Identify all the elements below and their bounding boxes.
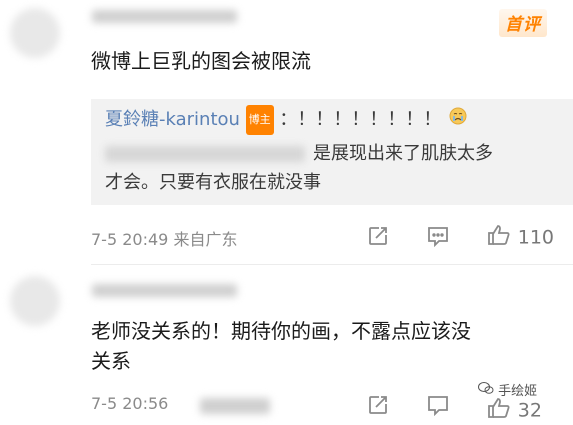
divider (91, 264, 573, 265)
like-button[interactable]: 110 (486, 223, 554, 252)
first-comment-badge: 首评 (499, 9, 547, 37)
like-button[interactable]: 32 (486, 396, 542, 425)
comment-text-line1: 老师没关系的！期待你的画，不露点应该没 (91, 319, 471, 343)
comment-icon[interactable] (426, 394, 450, 421)
avatar[interactable] (10, 276, 60, 326)
reply-text-line1: 是展现出来了肌肤太多 (313, 143, 493, 164)
location-blurred (200, 398, 270, 414)
comment-meta: 7-5 20:49 来自广东 (91, 230, 238, 249)
like-count: 32 (517, 399, 542, 422)
thumbs-up-icon (486, 223, 512, 252)
like-count: 110 (517, 226, 554, 249)
comment-icon[interactable] (426, 225, 450, 252)
username-blurred[interactable] (92, 10, 237, 23)
avatar[interactable] (10, 8, 60, 58)
comment-text: 微博上巨乳的图会被限流 (91, 49, 311, 73)
reply-exclaim: ：！！！！！！！！ (279, 109, 442, 130)
username-blurred[interactable] (92, 284, 237, 297)
reply-text-line2: 才会。只要有衣服在就没事 (105, 172, 321, 193)
share-icon[interactable] (367, 225, 389, 252)
reply-box[interactable]: 夏鈴糖-karintou 博主 ：！！！！！！！！ 是展现出来了肌肤太多 才会。… (91, 99, 573, 205)
comment-text-line2: 关系 (91, 349, 131, 373)
crying-face-icon (449, 106, 467, 134)
comment-meta: 7-5 20:56 (91, 394, 169, 413)
thumbs-up-icon (486, 396, 512, 425)
blogger-tag: 博主 (245, 105, 274, 135)
share-icon[interactable] (367, 394, 389, 421)
mention-blurred (105, 146, 305, 162)
reply-author-name[interactable]: 夏鈴糖-karintou (105, 109, 240, 130)
